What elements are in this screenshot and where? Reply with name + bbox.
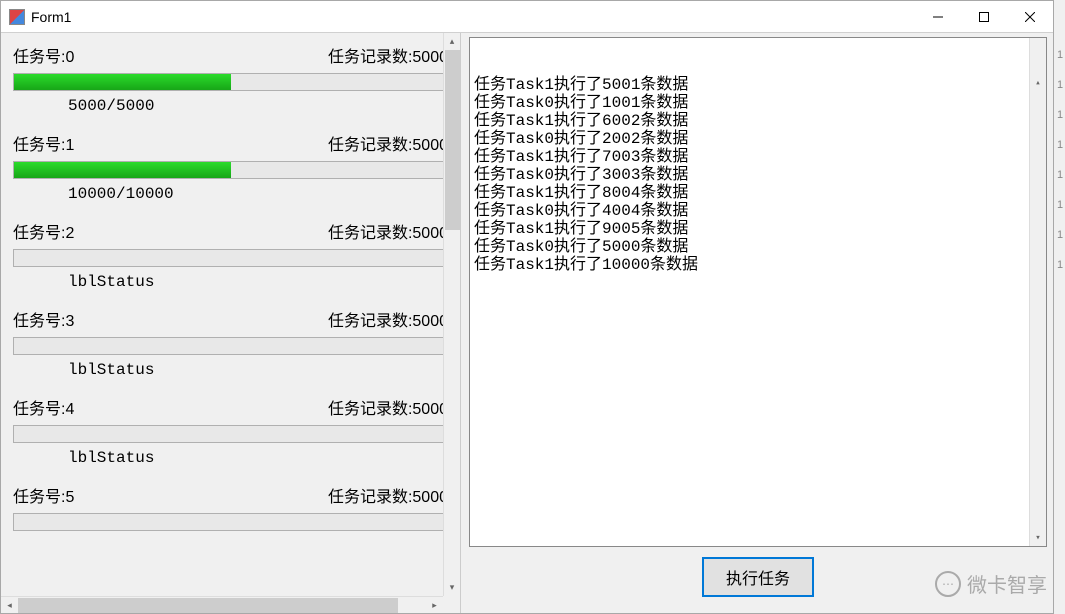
task-status-label: lblStatus — [13, 449, 448, 467]
app-window: Form1 任务号:0 任务记录数:5000 5000/5000 任务号:1 任务记录数… — [0, 0, 1054, 614]
titlebar: Form1 — [1, 1, 1053, 33]
scroll-thumb[interactable] — [445, 50, 460, 230]
progress-bar — [13, 73, 448, 91]
maximize-button[interactable] — [961, 1, 1007, 32]
task-header: 任务号:3 任务记录数:5000 — [13, 307, 448, 331]
scroll-down-icon[interactable]: ▾ — [1030, 529, 1046, 546]
task-header: 任务号:1 任务记录数:5000 — [13, 131, 448, 155]
task-panel: 任务号:0 任务记录数:5000 5000/5000 任务号:1 任务记录数:5000 1… — [1, 33, 461, 613]
task-status-label: 5000/5000 — [13, 97, 448, 115]
task-block: 任务号:1 任务记录数:5000 10000/10000 — [5, 127, 456, 203]
scroll-right-icon[interactable]: ▸ — [426, 597, 443, 613]
progress-bar — [13, 337, 448, 355]
scroll-thumb[interactable] — [18, 598, 398, 613]
task-count-label: 任务记录数:5000 — [328, 43, 448, 67]
app-icon — [9, 9, 25, 25]
log-textbox[interactable]: 任务Task1执行了5001条数据 任务Task0执行了1001条数据 任务Ta… — [469, 37, 1047, 547]
log-vscrollbar[interactable]: ▴ ▾ — [1029, 38, 1046, 546]
task-status-label: lblStatus — [13, 273, 448, 291]
minimize-button[interactable] — [915, 1, 961, 32]
close-button[interactable] — [1007, 1, 1053, 32]
task-status-label: 10000/10000 — [13, 185, 448, 203]
task-block: 任务号:0 任务记录数:5000 5000/5000 — [5, 39, 456, 115]
task-count-label: 任务记录数:5000 — [328, 219, 448, 243]
task-count-label: 任务记录数:5000 — [328, 131, 448, 155]
task-block: 任务号:2 任务记录数:5000 lblStatus — [5, 215, 456, 291]
scroll-up-icon[interactable]: ▴ — [444, 33, 460, 50]
task-block: 任务号:3 任务记录数:5000 lblStatus — [5, 303, 456, 379]
task-count-label: 任务记录数:5000 — [328, 483, 448, 507]
task-id-label: 任务号:2 — [13, 219, 74, 243]
progress-bar — [13, 161, 448, 179]
task-header: 任务号:0 任务记录数:5000 — [13, 43, 448, 67]
task-block: 任务号:5 任务记录数:5000 — [5, 479, 456, 531]
task-list: 任务号:0 任务记录数:5000 5000/5000 任务号:1 任务记录数:5000 1… — [1, 33, 460, 531]
scroll-left-icon[interactable]: ◂ — [1, 597, 18, 613]
log-panel: 任务Task1执行了5001条数据 任务Task0执行了1001条数据 任务Ta… — [461, 33, 1053, 613]
task-id-label: 任务号:4 — [13, 395, 74, 419]
task-status-label: lblStatus — [13, 361, 448, 379]
task-count-label: 任务记录数:5000 — [328, 395, 448, 419]
log-content: 任务Task1执行了5001条数据 任务Task0执行了1001条数据 任务Ta… — [474, 76, 1042, 274]
progress-fill — [14, 162, 231, 178]
task-block: 任务号:4 任务记录数:5000 lblStatus — [5, 391, 456, 467]
task-header: 任务号:5 任务记录数:5000 — [13, 483, 448, 507]
window-controls — [915, 1, 1053, 32]
progress-bar — [13, 425, 448, 443]
content-area: 任务号:0 任务记录数:5000 5000/5000 任务号:1 任务记录数:5000 1… — [1, 33, 1053, 613]
task-panel-hscrollbar[interactable]: ◂ ▸ — [1, 596, 443, 613]
task-header: 任务号:4 任务记录数:5000 — [13, 395, 448, 419]
progress-bar — [13, 249, 448, 267]
task-count-label: 任务记录数:5000 — [328, 307, 448, 331]
scroll-down-icon[interactable]: ▾ — [444, 579, 460, 596]
side-marks: 1 1 1 1 1 1 1 1 — [1055, 40, 1065, 280]
task-header: 任务号:2 任务记录数:5000 — [13, 219, 448, 243]
window-title: Form1 — [31, 9, 915, 25]
scroll-up-icon[interactable]: ▴ — [1030, 74, 1046, 91]
task-panel-vscrollbar[interactable]: ▴ ▾ — [443, 33, 460, 596]
progress-fill — [14, 74, 231, 90]
task-id-label: 任务号:5 — [13, 483, 74, 507]
execute-button[interactable]: 执行任务 — [702, 557, 814, 597]
progress-bar — [13, 513, 448, 531]
task-id-label: 任务号:3 — [13, 307, 74, 331]
task-id-label: 任务号:0 — [13, 43, 74, 67]
task-id-label: 任务号:1 — [13, 131, 74, 155]
button-row: 执行任务 — [469, 547, 1047, 607]
